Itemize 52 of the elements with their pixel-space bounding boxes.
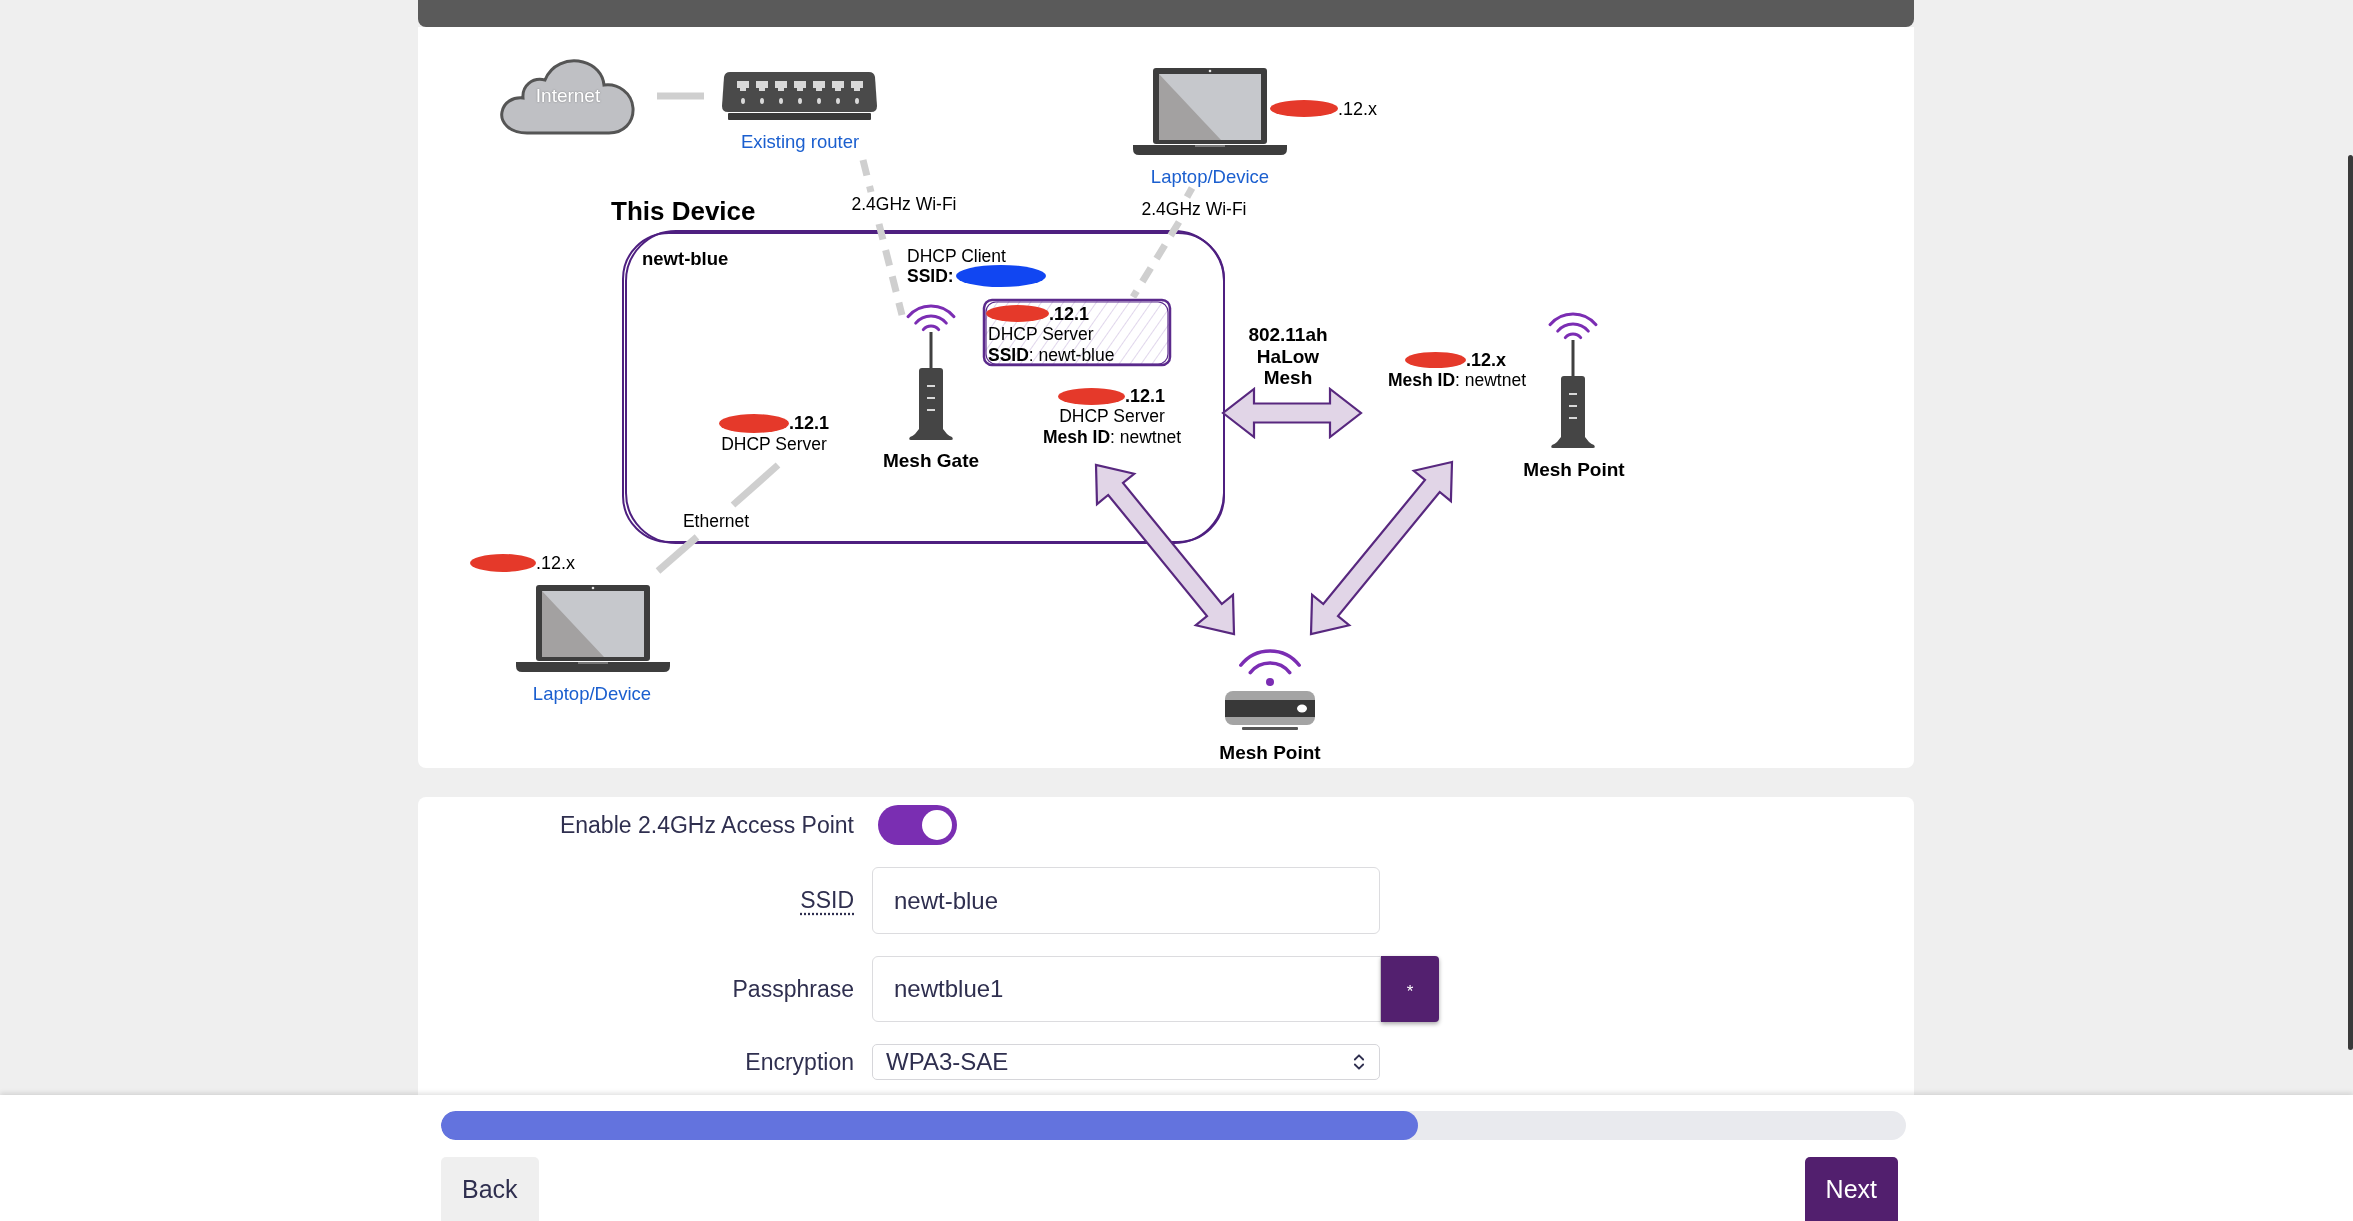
network-detail: SSID: newt-blue (988, 344, 1115, 366)
role-label: DHCP Server (721, 433, 827, 455)
ip-address: .12.x (1338, 98, 1378, 120)
ip-address: .12.1 (789, 412, 830, 434)
network-detail: Mesh ID: newtnet (1387, 369, 1527, 391)
ip-address: .12.1 (1125, 385, 1166, 407)
field-label: Passphrase (732, 975, 854, 1003)
device-label: Laptop/Device (532, 683, 652, 705)
link-label: HaLow (1256, 345, 1320, 368)
field-label: SSID (800, 887, 854, 914)
redaction-scribble (470, 554, 536, 572)
link-label: 2.4GHz Wi-Fi (1141, 198, 1247, 220)
node-label: Mesh Gate (882, 450, 980, 472)
network-name: newt-blue (642, 248, 729, 270)
ip-address: .12.1 (1049, 303, 1090, 325)
field-label: SSID: (907, 265, 954, 287)
text-input[interactable]: newt-blue (872, 867, 1380, 934)
redaction-scribble (1058, 388, 1125, 405)
scrollbar-thumb[interactable] (2348, 155, 2353, 1050)
field-label: Encryption (745, 1048, 854, 1076)
role-label: DHCP Client (907, 245, 1006, 267)
select-dropdown[interactable]: WPA3-SAE (872, 1044, 1380, 1080)
redaction-scribble (719, 414, 789, 433)
field-label: Enable 2.4GHz Access Point (559, 811, 854, 839)
link-label: 802.11ah (1248, 324, 1328, 346)
role-label: DHCP Server (1059, 405, 1165, 427)
next-button[interactable]: Next (1804, 1157, 1898, 1221)
ip-address: .12.x (1466, 349, 1507, 371)
wifi-media-box-icon (1225, 648, 1315, 732)
password-input[interactable]: newtblue1 (872, 956, 1381, 1022)
network-detail: Mesh ID: newtnet (1042, 426, 1182, 448)
back-button[interactable]: Back (441, 1157, 539, 1221)
link-label: Ethernet (682, 510, 750, 532)
redaction-scribble (1405, 352, 1466, 368)
laptop-icon (516, 585, 670, 672)
role-label: DHCP Server (988, 323, 1094, 345)
node-label: Mesh Point (1523, 459, 1625, 481)
network-switch-icon (722, 72, 877, 120)
cloud-icon (497, 56, 638, 136)
access-point-toggle[interactable] (878, 805, 957, 845)
link-label: Mesh (1263, 367, 1313, 389)
node-label: Mesh Point (1219, 742, 1321, 764)
redaction-scribble (986, 305, 1049, 322)
reveal-button[interactable]: * (1381, 956, 1439, 1022)
link-label: 2.4GHz Wi-Fi (851, 193, 957, 215)
cloud-label: Internet (535, 85, 601, 107)
laptop-icon (1133, 68, 1287, 155)
device-label: Existing router (740, 131, 860, 153)
ip-address: .12.x (536, 552, 576, 574)
group-title: This Device (611, 197, 756, 227)
redaction-scribble (1270, 100, 1338, 117)
device-label: Laptop/Device (1150, 166, 1270, 188)
